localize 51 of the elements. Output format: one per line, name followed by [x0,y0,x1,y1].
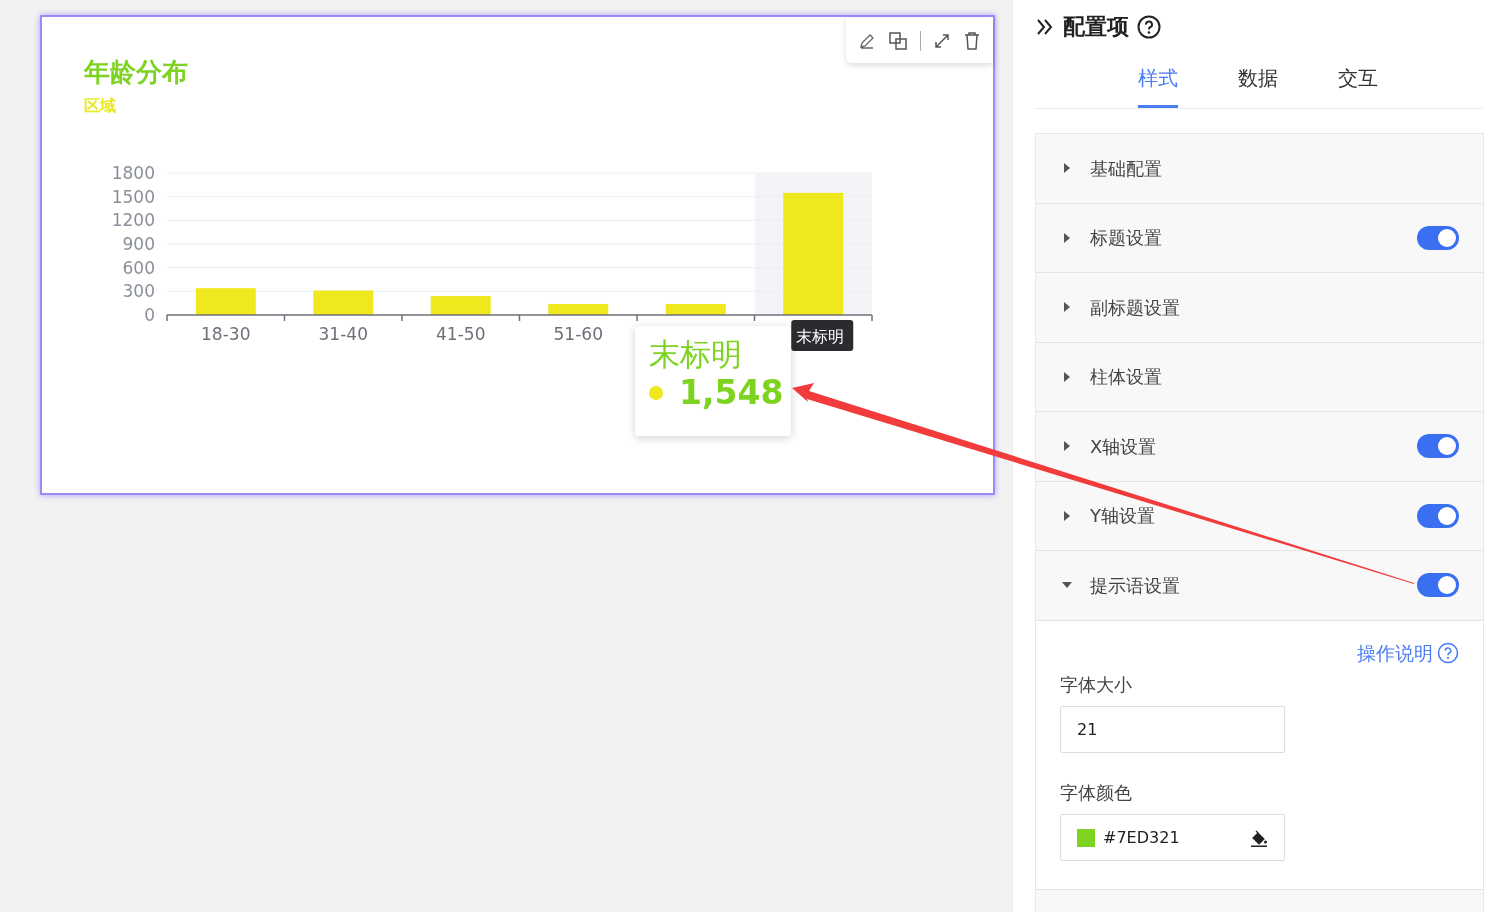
y-axis-label: 900 [122,234,155,255]
bar[interactable] [665,304,726,316]
bar[interactable] [548,304,609,316]
x-axis-label: 51-60 [553,324,603,345]
y-axis-label: 1200 [111,210,155,231]
bar[interactable] [313,290,374,316]
color-field[interactable]: #7ED321 [1060,814,1285,861]
section-header[interactable]: 副标题设置 [1036,273,1483,343]
trash-icon[interactable] [963,30,981,51]
section-label: 基础配置 [1090,156,1162,181]
section-label: Y轴设置 [1090,504,1155,529]
toggle-switch[interactable] [1417,434,1459,459]
tab[interactable]: 交互 [1338,63,1378,108]
y-axis-label: 1500 [111,186,155,207]
help-icon[interactable] [1137,14,1161,39]
chart-title: 年龄分布 [84,57,189,89]
x-axis-label: 31-40 [318,324,368,345]
section-label: 柱体设置 [1090,365,1162,390]
tab[interactable]: 样式 [1138,63,1178,108]
section-label: 提示语设置 [1090,573,1180,598]
chart-subtitle: 区域 [84,95,117,118]
y-axis-label: 1800 [111,163,155,184]
axis-pointer-label: 末标明 [791,320,854,352]
section-header[interactable]: 标题设置 [1036,203,1483,273]
section-header[interactable]: 柱体设置 [1036,342,1483,412]
paint-bucket-icon[interactable] [1250,828,1268,847]
tab[interactable]: 数据 [1238,63,1278,108]
tooltip-value: 1,548 [679,373,784,413]
toggle-switch[interactable] [1417,225,1459,250]
panel-title: 配置项 [1063,13,1129,41]
expand-icon[interactable] [933,31,951,50]
font-size-field[interactable]: 21 [1060,706,1285,753]
section-label: X轴设置 [1090,434,1157,459]
x-axis-label: 18-30 [201,324,251,345]
y-axis-label: 0 [144,305,155,326]
field-label: 字体大小 [1060,673,1133,697]
field-label: 字体颜色 [1060,781,1133,805]
section-header[interactable]: 基础配置 [1036,134,1483,204]
tooltip-title: 末标明 [649,336,743,374]
y-axis-label: 300 [122,281,155,302]
section-label: 副标题设置 [1090,295,1180,320]
toggle-switch[interactable] [1417,503,1459,528]
color-value: #7ED321 [1103,826,1180,849]
copy-icon[interactable] [888,30,908,51]
x-tick-label: 末标明 [796,327,845,347]
y-axis-label: 600 [122,257,155,278]
x-axis-label: 41-50 [436,324,486,345]
section-label: 标题设置 [1090,226,1162,251]
bar[interactable] [195,288,256,316]
toggle-switch[interactable] [1417,573,1459,598]
help-link[interactable]: 操作说明 [1357,638,1433,667]
